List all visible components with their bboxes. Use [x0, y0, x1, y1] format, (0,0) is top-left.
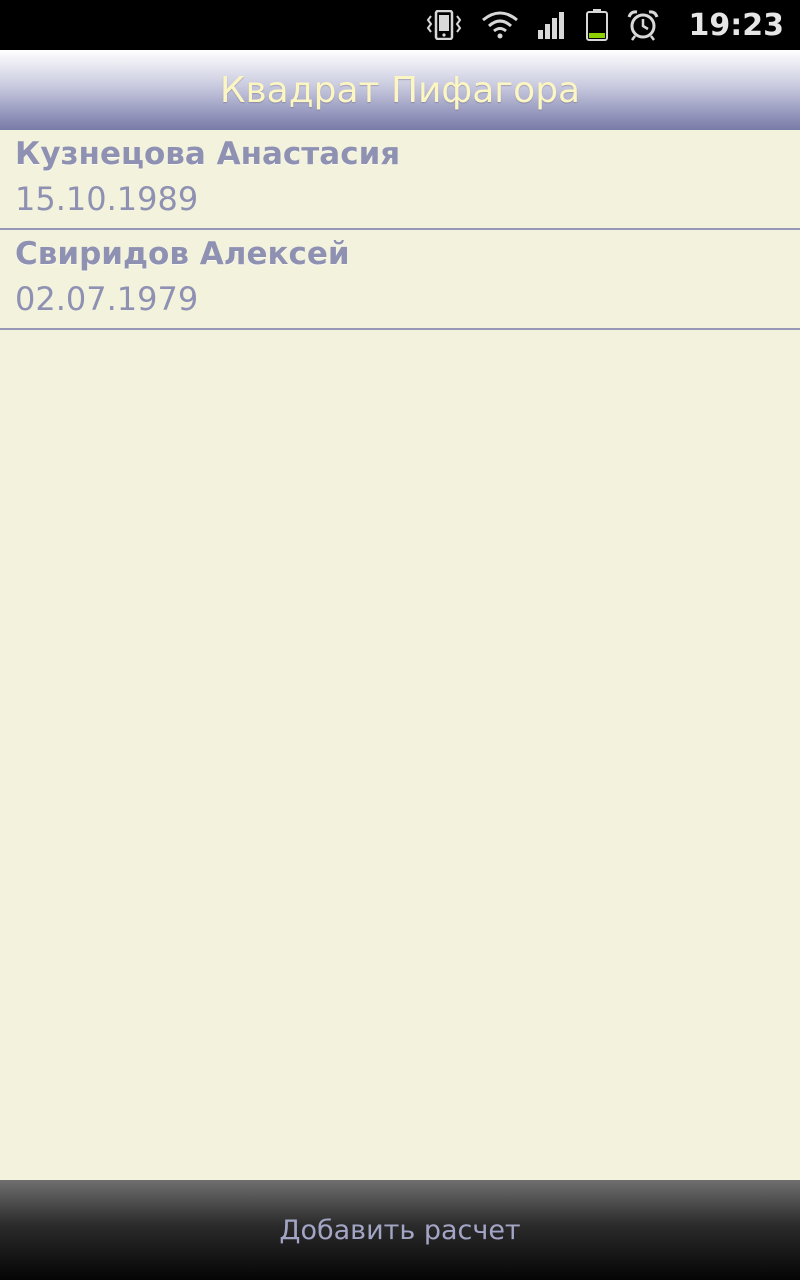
list-item-date: 02.07.1979 [15, 280, 199, 318]
status-bar: 19:23 [0, 0, 800, 50]
status-time: 19:23 [688, 7, 785, 43]
app-title: Квадрат Пифагора [219, 69, 581, 111]
add-calculation-button[interactable]: Добавить расчет [0, 1180, 800, 1280]
battery-icon [585, 9, 609, 41]
person-list: Кузнецова Анастасия 15.10.1989 Свиридов … [0, 130, 800, 330]
add-calculation-label: Добавить расчет [279, 1214, 521, 1246]
alarm-icon [627, 9, 659, 41]
status-icons: 19:23 [425, 0, 800, 50]
list-item-name: Кузнецова Анастасия [15, 136, 401, 172]
title-bar: Квадрат Пифагора [0, 50, 800, 130]
list-item-name: Свиридов Алексей [15, 236, 350, 272]
signal-icon [537, 10, 567, 40]
vibrate-icon [425, 10, 463, 40]
list-item[interactable]: Свиридов Алексей 02.07.1979 [0, 230, 800, 330]
list-item-date: 15.10.1989 [15, 180, 199, 218]
wifi-icon [481, 10, 519, 40]
list-item[interactable]: Кузнецова Анастасия 15.10.1989 [0, 130, 800, 230]
